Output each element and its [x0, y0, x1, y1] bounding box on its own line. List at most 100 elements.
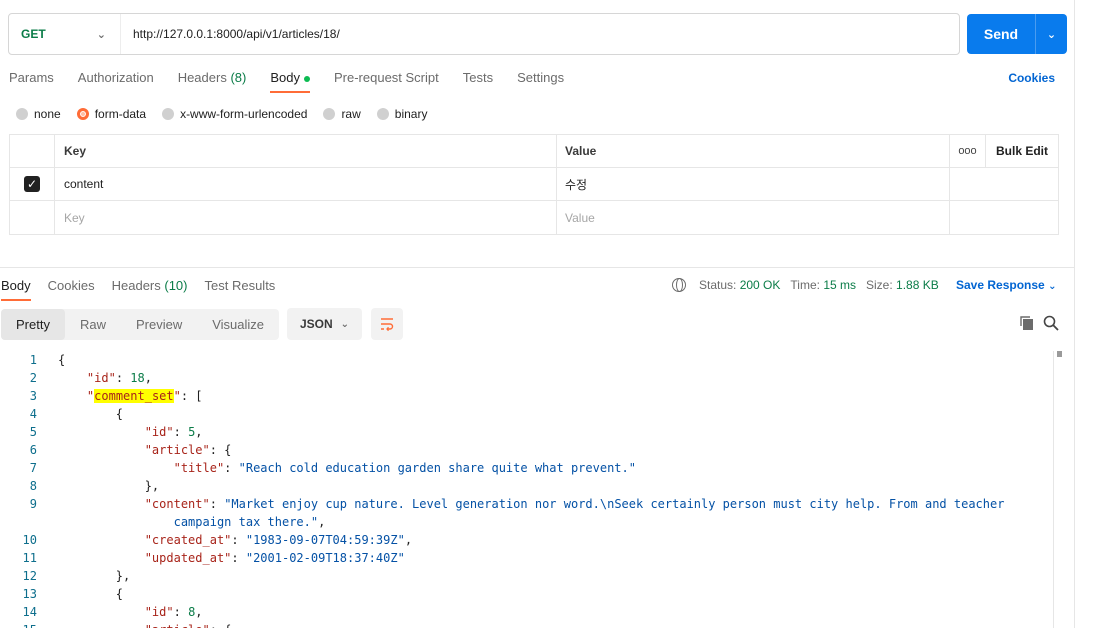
radio-x-www-form-urlencoded[interactable]: x-www-form-urlencoded	[162, 107, 307, 121]
tab-label: Pre-request Script	[333, 70, 439, 85]
radio-none[interactable]: none	[16, 107, 61, 121]
code-line: 9 "content": "Market enjoy cup nature. L…	[0, 495, 1060, 513]
tab-pre-request-script[interactable]: Pre-request Script	[334, 70, 439, 93]
code-line: 1{	[0, 351, 1060, 369]
format-pretty-button[interactable]: Pretty	[1, 308, 65, 340]
time-info[interactable]: Time: 15 ms	[790, 278, 856, 292]
line-number	[0, 513, 37, 531]
pane-divider[interactable]	[0, 267, 1074, 268]
radio-icon	[323, 108, 336, 120]
code-line: 7 "title": "Reach cold education garden …	[0, 459, 1060, 477]
globe-icon[interactable]	[672, 278, 686, 292]
code-token: "Reach cold education garden share quite…	[238, 461, 636, 475]
language-select[interactable]: JSON ⌄	[287, 308, 363, 340]
line-number: 14	[22, 605, 37, 619]
chevron-down-icon: ⌄	[1048, 281, 1057, 292]
wrap-lines-icon[interactable]	[371, 308, 404, 340]
code-text: "article": {	[37, 621, 232, 628]
response-tabs: Body Cookies Headers (10) Test Results	[1, 278, 292, 301]
radio-raw[interactable]: raw	[323, 107, 361, 121]
tab-tests[interactable]: Tests	[463, 70, 493, 93]
scrollbar[interactable]	[1053, 351, 1061, 628]
response-body-code[interactable]: 1{2 "id": 18, 3 "comment_set": [4 {5 "id"…	[0, 351, 1060, 628]
radio-binary[interactable]: binary	[376, 107, 427, 121]
code-token: ,	[195, 605, 203, 619]
code-text: "created_at": "1983-09-07T04:59:39Z",	[37, 531, 412, 549]
tab-authorization[interactable]: Authorization	[78, 70, 154, 93]
search-icon[interactable]	[1043, 315, 1059, 331]
code-token: "content"	[144, 497, 210, 511]
code-token: : [	[180, 389, 203, 403]
code-text: {	[37, 351, 65, 369]
status-info[interactable]: Status: 200 OK	[699, 278, 780, 292]
tab-label: Authorization	[77, 70, 154, 85]
code-text: "article": {	[37, 441, 232, 459]
format-visualize-button[interactable]: Visualize	[197, 309, 279, 340]
code-line: 12 },	[0, 567, 1060, 585]
tab-label: Headers	[111, 278, 161, 293]
bulk-edit-button[interactable]: Bulk Edit	[986, 135, 1058, 167]
header-checkbox-cell	[10, 135, 55, 167]
value-input[interactable]: Value	[557, 201, 950, 234]
tab-settings[interactable]: Settings	[517, 70, 564, 93]
tab-label: Settings	[517, 70, 565, 85]
radio-form-data[interactable]: form-data	[76, 107, 146, 121]
tab-body[interactable]: Body	[270, 70, 310, 93]
format-button-group: Pretty Raw Preview Visualize	[1, 308, 280, 340]
tab-headers[interactable]: Headers (8)	[178, 70, 247, 93]
key-field[interactable]: content	[55, 168, 557, 200]
format-raw-button[interactable]: Raw	[65, 309, 121, 340]
method-select[interactable]: GET ⌄	[9, 14, 121, 54]
code-token: ,	[404, 533, 413, 547]
url-input[interactable]: http://127.0.0.1:8000/api/v1/articles/18…	[121, 27, 340, 41]
tab-test-results[interactable]: Test Results	[205, 278, 276, 301]
copy-icon[interactable]	[1019, 315, 1035, 331]
row-checkbox-cell: ✓	[10, 168, 55, 200]
line-number: 5	[29, 425, 37, 439]
checkbox-checked-icon[interactable]: ✓	[24, 176, 40, 192]
line-number: 4	[29, 407, 37, 421]
code-token: "1983-09-07T04:59:39Z"	[245, 533, 405, 547]
send-button[interactable]: Send ⌄	[967, 14, 1067, 54]
chevron-down-icon[interactable]: ⌄	[1035, 14, 1067, 54]
code-text: "id": 18,	[37, 369, 152, 387]
code-token: {	[115, 587, 124, 601]
save-response-button[interactable]: Save Response ⌄	[956, 278, 1056, 292]
format-preview-button[interactable]: Preview	[121, 309, 197, 340]
code-line: 15 "article": {	[0, 621, 1060, 628]
table-row: ✓ content 수정	[10, 168, 1058, 201]
line-number: 2	[29, 371, 37, 385]
code-token: : {	[210, 623, 232, 628]
code-line: 14 "id": 8,	[0, 603, 1060, 621]
code-token: "title"	[173, 461, 225, 475]
tab-label: Headers	[177, 70, 227, 85]
code-text: {	[37, 585, 123, 603]
more-options-icon[interactable]: ooo	[950, 135, 986, 167]
chevron-down-icon: ⌄	[96, 28, 106, 41]
tab-response-body[interactable]: Body	[1, 278, 31, 301]
code-token: {	[115, 407, 124, 421]
line-number: 10	[22, 533, 37, 547]
code-line: 8 },	[0, 477, 1060, 495]
body-type-radio-group: none form-data x-www-form-urlencoded raw…	[16, 107, 443, 121]
tab-params[interactable]: Params	[9, 70, 54, 93]
code-token: "id"	[86, 371, 116, 385]
code-token: :	[231, 551, 246, 565]
tab-response-cookies[interactable]: Cookies	[48, 278, 95, 301]
scrollbar-thumb[interactable]	[1057, 351, 1062, 357]
code-text: "updated_at": "2001-02-09T18:37:40Z"	[37, 549, 405, 567]
key-input[interactable]: Key	[55, 201, 557, 234]
size-info[interactable]: Size: 1.88 KB	[866, 278, 939, 292]
tab-label: Tests	[462, 70, 494, 85]
value-field[interactable]: 수정	[557, 168, 950, 200]
tab-label: Params	[9, 70, 54, 85]
column-header-value: Value	[557, 135, 950, 167]
radio-label: raw	[341, 107, 361, 121]
line-number: 13	[22, 587, 37, 601]
code-line: 2 "id": 18,	[0, 369, 1060, 387]
tab-response-headers[interactable]: Headers (10)	[112, 278, 188, 301]
response-status-area: Status: 200 OK Time: 15 ms Size: 1.88 KB	[672, 278, 949, 292]
tab-label: Test Results	[204, 278, 276, 293]
cookies-link[interactable]: Cookies	[1008, 71, 1055, 85]
line-number: 1	[29, 353, 37, 367]
